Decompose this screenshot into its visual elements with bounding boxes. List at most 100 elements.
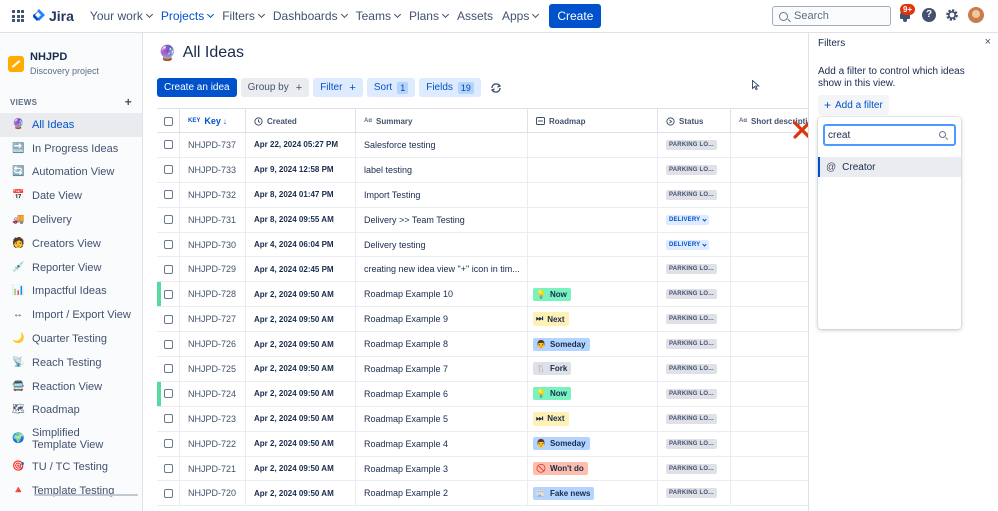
search-input[interactable]: [794, 10, 884, 22]
row-checkbox[interactable]: [163, 439, 173, 449]
cell-summary[interactable]: Salesforce testing: [356, 133, 528, 157]
sidebar-view-date-view[interactable]: 📅 Date View: [0, 184, 142, 208]
sidebar-view-tu-tc-testing[interactable]: 🎯 TU / TC Testing: [0, 455, 142, 479]
sidebar-view-reaction-view[interactable]: 🚍 Reaction View: [0, 375, 142, 399]
cell-status[interactable]: PARKING LO...: [658, 381, 731, 406]
cell-key[interactable]: NHJPD-723: [180, 406, 246, 431]
cell-summary[interactable]: Roadmap Example 2: [356, 481, 528, 506]
row-checkbox[interactable]: [163, 314, 173, 324]
row-checkbox[interactable]: [163, 389, 173, 399]
sidebar-view-impactful-ideas[interactable]: 📊 Impactful Ideas: [0, 280, 142, 304]
table-row[interactable]: NHJPD-726 Apr 2, 2024 09:50 AM Roadmap Exa…: [157, 332, 808, 358]
cell-short-description[interactable]: [731, 208, 808, 232]
cell-summary[interactable]: Roadmap Example 4: [356, 431, 528, 456]
column-header-roadmap[interactable]: Roadmap: [528, 109, 658, 133]
cell-roadmap[interactable]: 👨 Someday: [528, 431, 658, 456]
create-idea-button[interactable]: Create an idea: [157, 78, 237, 97]
add-view-button[interactable]: +: [125, 95, 132, 109]
table-row[interactable]: NHJPD-725 Apr 2, 2024 09:50 AM Roadmap Exa…: [157, 357, 808, 382]
cell-summary[interactable]: creating new idea view "+" icon in tim..…: [356, 257, 528, 282]
cell-short-description[interactable]: [731, 382, 808, 406]
cell-short-description[interactable]: [731, 481, 808, 505]
table-row[interactable]: NHJPD-723 Apr 2, 2024 09:50 AM Roadmap Exa…: [157, 406, 808, 432]
nav-item-dashboards[interactable]: Dashboards: [273, 9, 348, 23]
cell-key[interactable]: NHJPD-731: [180, 207, 246, 232]
cell-summary[interactable]: Roadmap Example 5: [356, 406, 528, 431]
table-row[interactable]: NHJPD-737 Apr 22, 2024 05:27 PM Salesforce…: [157, 133, 808, 158]
cell-key[interactable]: NHJPD-729: [180, 257, 246, 282]
column-header-status[interactable]: Status: [658, 109, 731, 133]
row-checkbox[interactable]: [163, 364, 173, 374]
cell-status[interactable]: PARKING LO...: [658, 332, 731, 357]
cell-roadmap[interactable]: ⏭ Next: [528, 406, 658, 431]
cell-key[interactable]: NHJPD-733: [180, 157, 246, 182]
user-avatar[interactable]: [968, 7, 984, 23]
cell-status[interactable]: PARKING LO...: [658, 133, 731, 157]
cell-short-description[interactable]: [731, 332, 808, 356]
cell-roadmap[interactable]: 🚫 Won't do: [528, 456, 658, 481]
help-icon[interactable]: ?: [922, 8, 936, 22]
row-checkbox[interactable]: [163, 240, 173, 249]
table-row[interactable]: NHJPD-730 Apr 4, 2024 06:04 PM Delivery te…: [157, 232, 808, 258]
filter-option-creator[interactable]: @ Creator: [818, 157, 961, 177]
nav-item-projects[interactable]: Projects: [161, 9, 215, 23]
row-checkbox[interactable]: [163, 488, 173, 498]
cell-status[interactable]: PARKING LO...: [658, 157, 731, 182]
filter-button[interactable]: Filter +: [313, 78, 363, 97]
cell-key[interactable]: NHJPD-720: [180, 481, 246, 506]
cell-key[interactable]: NHJPD-724: [180, 381, 246, 406]
cell-key[interactable]: NHJPD-732: [180, 182, 246, 207]
nav-item-apps[interactable]: Apps: [502, 9, 540, 23]
cell-key[interactable]: NHJPD-730: [180, 232, 246, 257]
cell-summary[interactable]: Delivery testing: [356, 232, 528, 257]
cell-status[interactable]: PARKING LO...: [658, 357, 731, 381]
nav-item-teams[interactable]: Teams: [356, 9, 401, 23]
sidebar-scrollbar[interactable]: [34, 494, 138, 496]
table-row[interactable]: NHJPD-727 Apr 2, 2024 09:50 AM Roadmap Exa…: [157, 307, 808, 333]
cell-key[interactable]: NHJPD-722: [180, 431, 246, 456]
cell-key[interactable]: NHJPD-725: [180, 357, 246, 381]
table-row[interactable]: NHJPD-721 Apr 2, 2024 09:50 AM Roadmap Exa…: [157, 456, 808, 482]
table-row[interactable]: NHJPD-724 Apr 2, 2024 09:50 AM Roadmap Exa…: [157, 381, 808, 407]
cell-status[interactable]: PARKING LO...: [658, 431, 731, 456]
cell-key[interactable]: NHJPD-728: [180, 282, 246, 307]
cell-roadmap[interactable]: 💡 Now: [528, 282, 658, 307]
sort-button[interactable]: Sort 1: [366, 78, 416, 97]
cell-summary[interactable]: Roadmap Example 7: [356, 357, 528, 381]
cell-key[interactable]: NHJPD-721: [180, 456, 246, 481]
sidebar-view-simplified-template-view[interactable]: 🌍 Simplified Template View: [0, 422, 142, 455]
cell-short-description[interactable]: [731, 307, 808, 331]
row-checkbox[interactable]: [163, 339, 173, 349]
row-checkbox[interactable]: [163, 165, 173, 175]
cell-short-description[interactable]: [731, 233, 808, 257]
sidebar-view-template-testing[interactable]: 🔺 Template Testing: [0, 479, 142, 503]
table-row[interactable]: NHJPD-732 Apr 8, 2024 01:47 PM Import Test…: [157, 182, 808, 208]
cell-short-description[interactable]: [731, 407, 808, 431]
table-row[interactable]: NHJPD-733 Apr 9, 2024 12:58 PM label testi…: [157, 157, 808, 183]
cell-status[interactable]: PARKING LO...: [658, 481, 731, 506]
autosave-refresh-icon[interactable]: [489, 81, 503, 95]
cell-status[interactable]: DELIVERY: [658, 232, 731, 257]
cell-key[interactable]: NHJPD-726: [180, 332, 246, 357]
cell-short-description[interactable]: [731, 432, 808, 456]
table-row[interactable]: NHJPD-728 Apr 2, 2024 09:50 AM Roadmap Exa…: [157, 282, 808, 308]
row-checkbox[interactable]: [163, 140, 173, 150]
cell-roadmap[interactable]: 💡 Now: [528, 381, 658, 406]
sidebar-view-quarter-testing[interactable]: 🌙 Quarter Testing: [0, 327, 142, 351]
create-button[interactable]: Create: [549, 4, 602, 28]
cell-status[interactable]: PARKING LO...: [658, 257, 731, 282]
row-checkbox[interactable]: [163, 190, 173, 200]
sidebar-view-import-export-view[interactable]: ↔ Import / Export View: [0, 303, 142, 327]
select-all-checkbox[interactable]: [163, 116, 173, 126]
cell-summary[interactable]: Roadmap Example 10: [356, 282, 528, 307]
gear-icon[interactable]: [945, 8, 959, 22]
table-row[interactable]: NHJPD-720 Apr 2, 2024 09:50 AM Roadmap Exa…: [157, 481, 808, 507]
table-row[interactable]: NHJPD-731 Apr 8, 2024 09:55 AM Delivery >>…: [157, 207, 808, 233]
column-header-created[interactable]: Created: [246, 109, 356, 133]
row-checkbox[interactable]: [163, 215, 173, 225]
cell-roadmap[interactable]: [528, 133, 658, 157]
cell-short-description[interactable]: [731, 357, 808, 381]
table-row[interactable]: NHJPD-722 Apr 2, 2024 09:50 AM Roadmap Exa…: [157, 431, 808, 457]
fields-button[interactable]: Fields 19: [419, 78, 481, 97]
cell-summary[interactable]: Roadmap Example 6: [356, 381, 528, 406]
